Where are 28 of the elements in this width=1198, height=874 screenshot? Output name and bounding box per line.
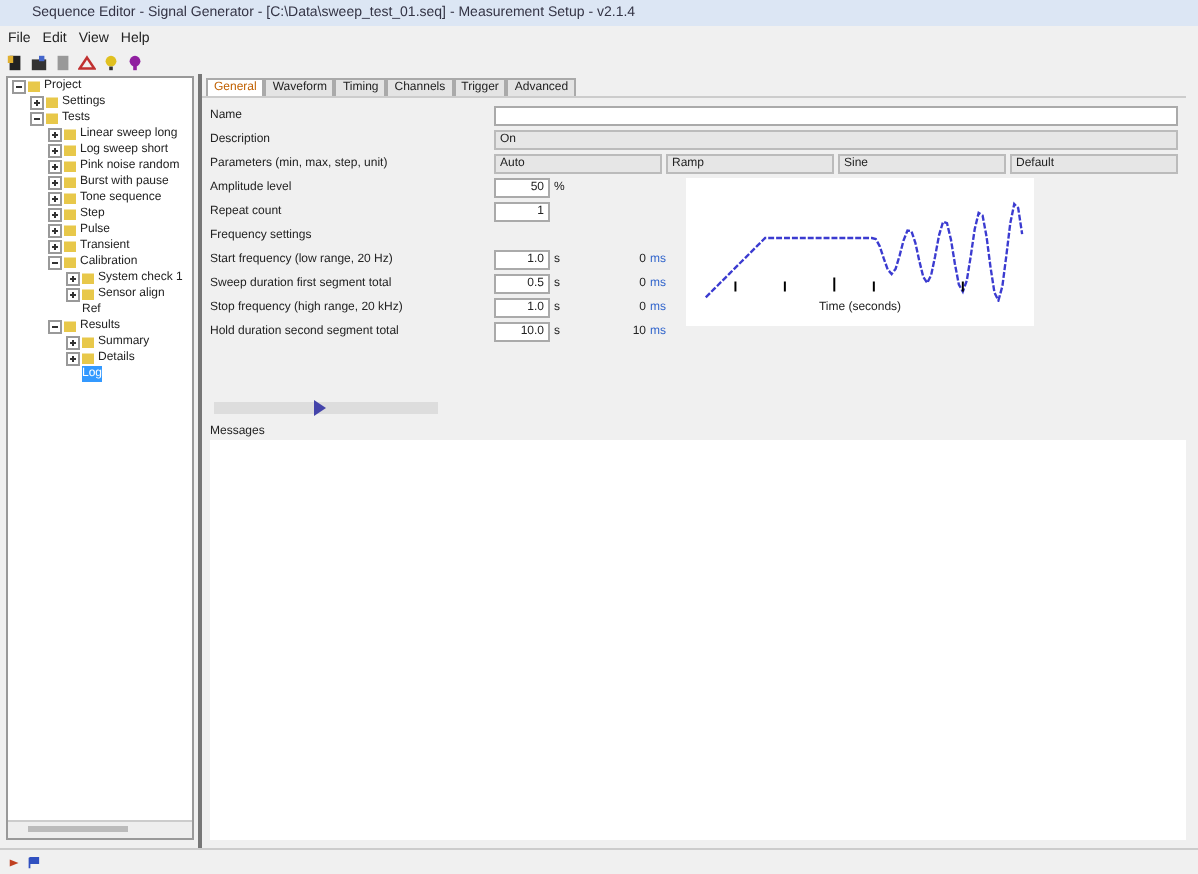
slider-thumb[interactable] (314, 400, 327, 416)
collapse-icon[interactable] (12, 79, 26, 93)
expand-icon[interactable] (48, 175, 62, 189)
expand-icon[interactable] (66, 271, 80, 285)
flag-icon (26, 855, 40, 869)
expand-icon[interactable] (48, 191, 62, 205)
expand-icon[interactable] (48, 143, 62, 157)
expand-icon[interactable] (48, 207, 62, 221)
pin-icon[interactable] (126, 53, 144, 71)
arrow-icon (8, 855, 22, 869)
expand-icon[interactable] (66, 351, 80, 365)
warning-icon[interactable] (78, 53, 96, 71)
expand-icon[interactable] (48, 127, 62, 141)
expand-icon[interactable] (66, 287, 80, 301)
new-icon[interactable] (6, 53, 24, 71)
expand-icon[interactable] (30, 95, 44, 109)
expand-icon[interactable] (66, 335, 80, 349)
slider-track[interactable] (214, 402, 438, 414)
scrollbar[interactable] (8, 820, 192, 838)
collapse-icon[interactable] (48, 319, 62, 333)
expand-icon[interactable] (48, 159, 62, 173)
help-icon[interactable] (102, 53, 120, 71)
collapse-icon[interactable] (30, 111, 44, 125)
expand-icon[interactable] (48, 223, 62, 237)
collapse-icon[interactable] (48, 255, 62, 269)
expand-icon[interactable] (48, 239, 62, 253)
open-icon[interactable] (30, 53, 48, 71)
name-field[interactable] (494, 105, 1178, 125)
